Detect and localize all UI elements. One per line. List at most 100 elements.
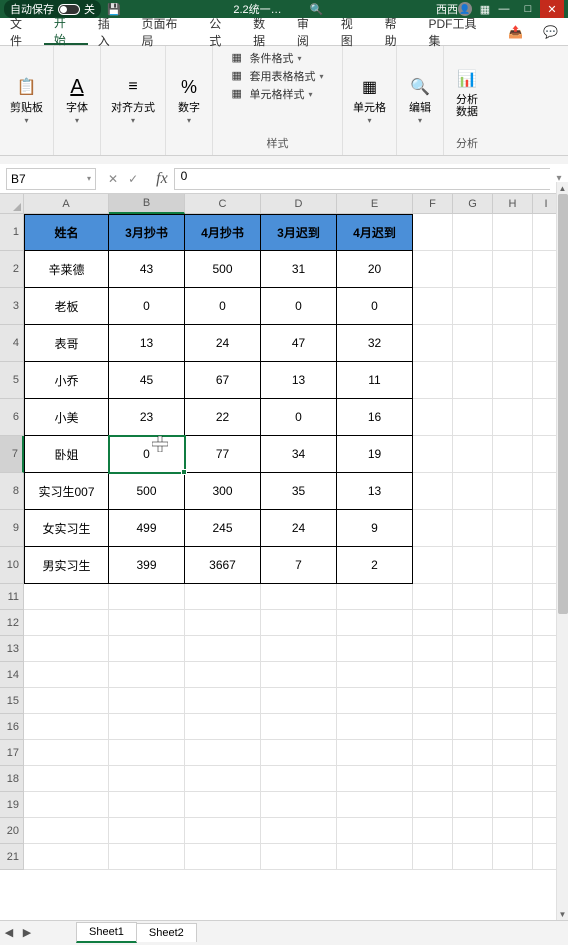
row-header-15[interactable]: 15 [0,688,24,714]
cell-F16[interactable] [413,714,453,740]
cell-F19[interactable] [413,792,453,818]
cell-E7[interactable]: 19 [337,436,413,473]
cell-E1[interactable]: 4月迟到 [337,214,413,251]
cell-C18[interactable] [185,766,261,792]
cell-D1[interactable]: 3月迟到 [261,214,337,251]
row-header-8[interactable]: 8 [0,473,24,510]
cells-button[interactable]: ▦ 单元格 ▾ [349,72,390,127]
cell-F21[interactable] [413,844,453,870]
cell-H9[interactable] [493,510,533,547]
comments-button[interactable]: 💬 [533,18,568,45]
cell-C3[interactable]: 0 [185,288,261,325]
cell-B19[interactable] [109,792,185,818]
cell-H1[interactable] [493,214,533,251]
cell-F18[interactable] [413,766,453,792]
cell-F13[interactable] [413,636,453,662]
cell-E13[interactable] [337,636,413,662]
cell-A5[interactable]: 小乔 [24,362,109,399]
cell-E2[interactable]: 20 [337,251,413,288]
cell-G9[interactable] [453,510,493,547]
cell-F9[interactable] [413,510,453,547]
cell-G15[interactable] [453,688,493,714]
cell-G4[interactable] [453,325,493,362]
cell-B18[interactable] [109,766,185,792]
cell-G7[interactable] [453,436,493,473]
cell-B1[interactable]: 3月抄书 [109,214,185,251]
cell-F7[interactable] [413,436,453,473]
sheet-nav-next[interactable]: ▶ [18,921,36,945]
cell-G3[interactable] [453,288,493,325]
cell-G12[interactable] [453,610,493,636]
cell-B14[interactable] [109,662,185,688]
cell-H10[interactable] [493,547,533,584]
cell-G13[interactable] [453,636,493,662]
cell-E12[interactable] [337,610,413,636]
cell-H2[interactable] [493,251,533,288]
cell-H13[interactable] [493,636,533,662]
scroll-down-button[interactable]: ▼ [557,908,568,920]
paste-button[interactable]: 📋 剪贴板 ▾ [6,72,47,127]
cell-E11[interactable] [337,584,413,610]
col-header-A[interactable]: A [24,194,109,214]
cell-H14[interactable] [493,662,533,688]
cell-H21[interactable] [493,844,533,870]
cell-B9[interactable]: 499 [109,510,185,547]
cell-E4[interactable]: 32 [337,325,413,362]
cell-A15[interactable] [24,688,109,714]
tab-layout[interactable]: 页面布局 [132,18,200,45]
row-header-20[interactable]: 20 [0,818,24,844]
cell-D9[interactable]: 24 [261,510,337,547]
cell-B10[interactable]: 399 [109,547,185,584]
share-button[interactable]: 📤 [498,18,533,45]
cell-F1[interactable] [413,214,453,251]
cell-E20[interactable] [337,818,413,844]
cell-G6[interactable] [453,399,493,436]
cell-A10[interactable]: 男实习生 [24,547,109,584]
cell-B6[interactable]: 23 [109,399,185,436]
cell-G18[interactable] [453,766,493,792]
font-button[interactable]: A 字体 ▾ [60,72,94,127]
cell-A21[interactable] [24,844,109,870]
cell-E3[interactable]: 0 [337,288,413,325]
cell-F17[interactable] [413,740,453,766]
cell-C6[interactable]: 22 [185,399,261,436]
row-header-2[interactable]: 2 [0,251,24,288]
number-button[interactable]: % 数字 ▾ [172,72,206,127]
cell-D8[interactable]: 35 [261,473,337,510]
cell-D21[interactable] [261,844,337,870]
cell-E5[interactable]: 11 [337,362,413,399]
row-header-13[interactable]: 13 [0,636,24,662]
cell-H15[interactable] [493,688,533,714]
cell-D17[interactable] [261,740,337,766]
cell-F5[interactable] [413,362,453,399]
cell-D4[interactable]: 47 [261,325,337,362]
cell-A20[interactable] [24,818,109,844]
cell-A13[interactable] [24,636,109,662]
minimize-button[interactable]: — [492,0,516,18]
cell-A12[interactable] [24,610,109,636]
row-header-17[interactable]: 17 [0,740,24,766]
cell-D20[interactable] [261,818,337,844]
cell-F14[interactable] [413,662,453,688]
cell-F3[interactable] [413,288,453,325]
cell-D11[interactable] [261,584,337,610]
cell-H12[interactable] [493,610,533,636]
tab-review[interactable]: 审阅 [287,18,331,45]
cell-G2[interactable] [453,251,493,288]
row-header-16[interactable]: 16 [0,714,24,740]
cell-B15[interactable] [109,688,185,714]
cell-F20[interactable] [413,818,453,844]
sheet-tab-1[interactable]: Sheet1 [76,922,137,943]
cell-B16[interactable] [109,714,185,740]
col-header-H[interactable]: H [493,194,533,214]
cell-B20[interactable] [109,818,185,844]
analyze-button[interactable]: 📊 分析 数据 [450,64,484,120]
cell-H6[interactable] [493,399,533,436]
row-header-1[interactable]: 1 [0,214,24,251]
row-header-3[interactable]: 3 [0,288,24,325]
cell-A6[interactable]: 小美 [24,399,109,436]
cell-G11[interactable] [453,584,493,610]
cell-E8[interactable]: 13 [337,473,413,510]
cell-G16[interactable] [453,714,493,740]
cell-E6[interactable]: 16 [337,399,413,436]
